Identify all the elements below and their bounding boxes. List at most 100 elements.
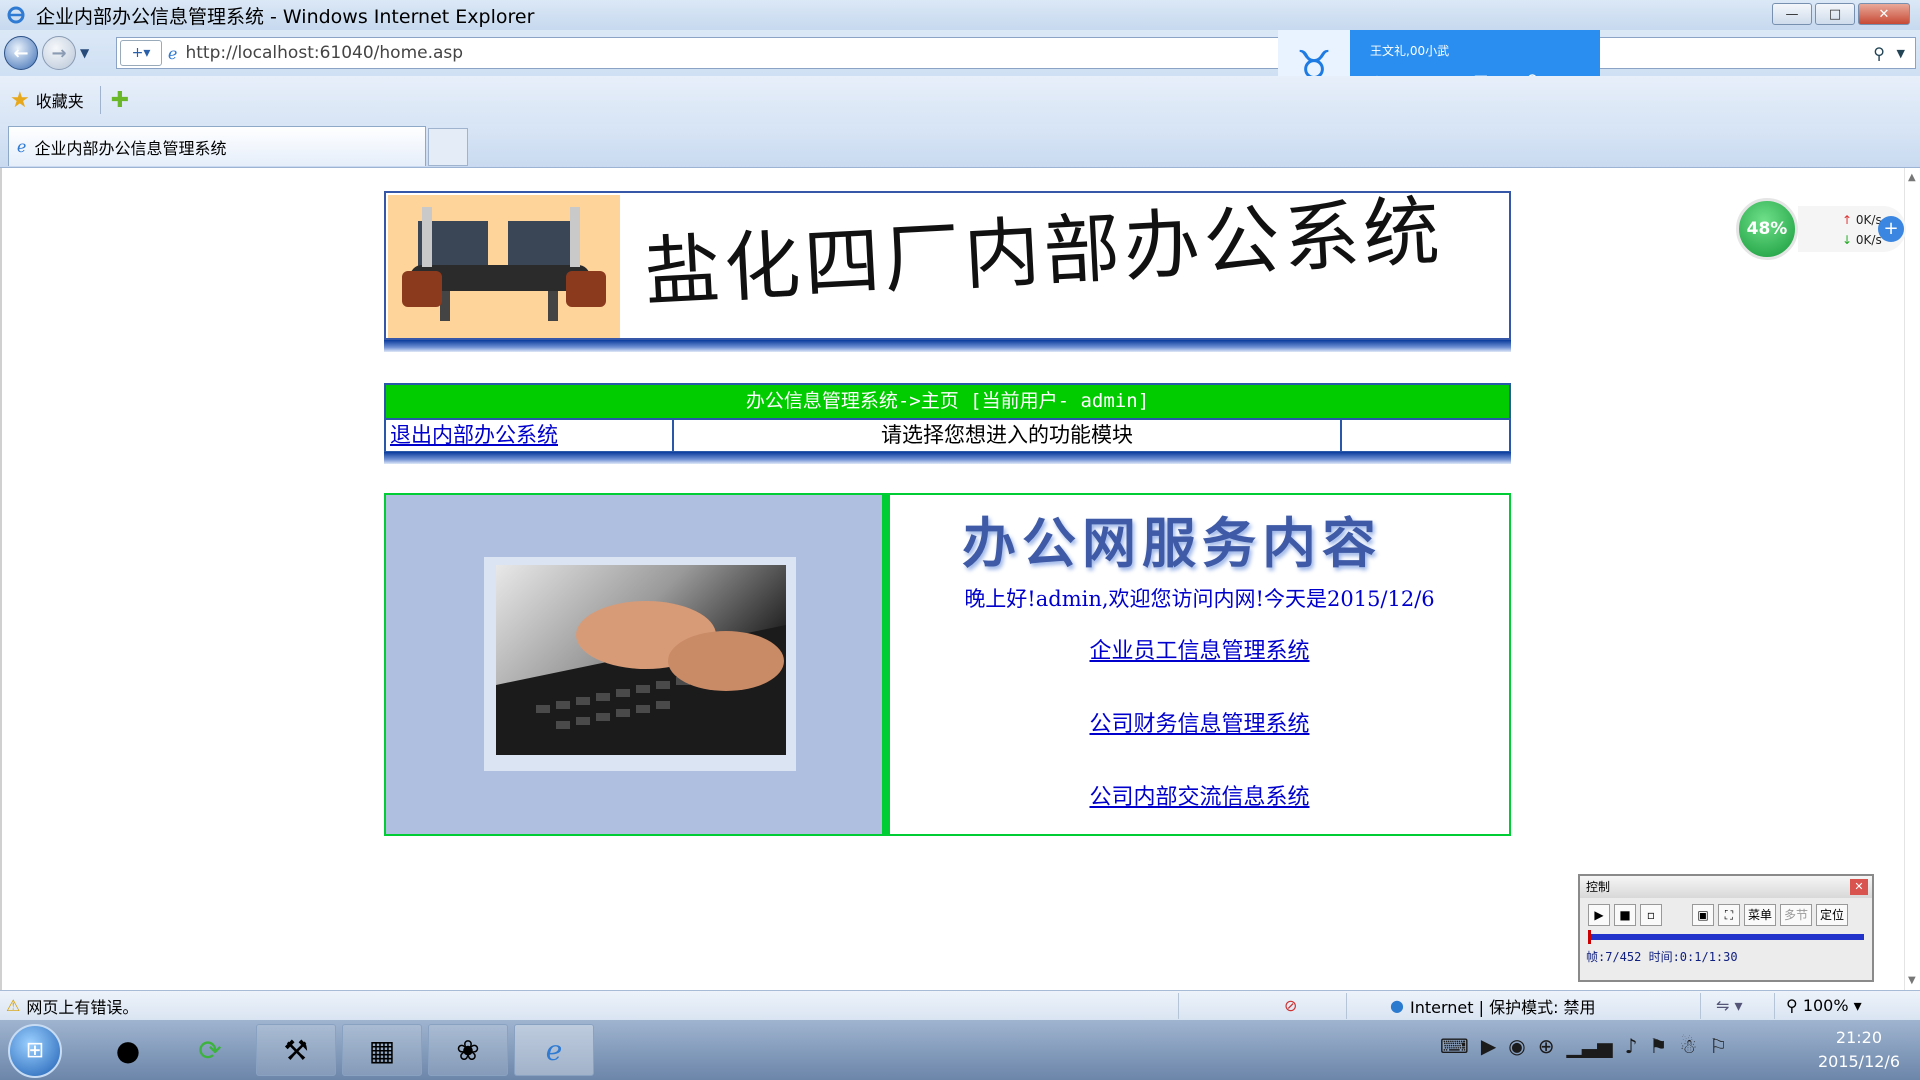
system-title: 盐化四厂内部办公系统 bbox=[642, 186, 1446, 317]
keyboard-icon[interactable]: ⌨ bbox=[1440, 1034, 1469, 1058]
address-toolbar: ← → ▼ +▾ ℯ http://localhost:61040/home.a… bbox=[0, 30, 1920, 76]
logout-link[interactable]: 退出内部办公系统 bbox=[390, 423, 558, 447]
new-tab-button[interactable] bbox=[428, 128, 468, 166]
cat-app-icon[interactable]: ❀ bbox=[428, 1024, 508, 1076]
start-button[interactable]: ⊞ bbox=[8, 1024, 62, 1078]
locate-button[interactable]: 定位 bbox=[1816, 904, 1849, 926]
warning-icon[interactable]: ⚠ bbox=[6, 996, 20, 1015]
stop-icon[interactable]: ■ bbox=[1614, 904, 1636, 926]
signal-icon[interactable]: ▁▃▅ bbox=[1566, 1034, 1612, 1058]
communication-system-link[interactable]: 公司内部交流信息系统 bbox=[890, 779, 1509, 811]
zoom-level[interactable]: ⚲ 100% ▾ bbox=[1786, 996, 1862, 1015]
record-icon[interactable]: ◉ bbox=[1508, 1034, 1525, 1058]
step-icon[interactable]: ▫ bbox=[1640, 904, 1662, 926]
favorites-bar: ★ 收藏夹 ✚ bbox=[0, 76, 1920, 124]
vertical-scrollbar[interactable]: ▲ ▼ bbox=[1904, 168, 1920, 990]
timeline-slider[interactable] bbox=[1588, 930, 1864, 944]
breadcrumb: 办公信息管理系统->主页 [当前用户- admin] bbox=[386, 385, 1509, 418]
site-banner: 盐化四厂内部办公系统 bbox=[384, 186, 1511, 340]
add-favorite-icon[interactable]: ✚ bbox=[111, 88, 129, 113]
office-desk-image bbox=[388, 195, 620, 338]
qq-tray-icon[interactable]: ☃ bbox=[1679, 1034, 1697, 1058]
plus-icon[interactable]: + bbox=[1878, 216, 1904, 242]
minimize-button[interactable]: — bbox=[1772, 3, 1812, 25]
address-field[interactable]: +▾ ℯ http://localhost:61040/home.asp ⚲ ▼ bbox=[116, 37, 1916, 69]
page-icon: ℯ bbox=[168, 43, 178, 63]
ie-taskbar-icon[interactable]: ℯ bbox=[514, 1024, 594, 1076]
tab-label: 企业内部办公信息管理系统 bbox=[34, 138, 227, 158]
status-bar: ⚠ 网页上有错误。 ⊘ ● Internet | 保护模式: 禁用 ⇋ ▾ ⚲ … bbox=[0, 990, 1920, 1020]
clock[interactable]: 21:20 2015/12/6 bbox=[1818, 1026, 1900, 1074]
taskbar: ⊞ ● ⟳ ⚒ ▦ ❀ ℯ ⌨ ▶ ◉ ⊕ ▁▃▅ ♪ ⚑ ☃ ⚐ 21:20 … bbox=[0, 1020, 1920, 1080]
player-control-panel: 控制 ✕ ▶ ■ ▫ ▣ ⛶ 菜单 多节 定位 帧:7/452 时间:0:1/1… bbox=[1578, 874, 1874, 982]
empty-cell bbox=[1342, 420, 1509, 451]
menu-button[interactable]: 菜单 bbox=[1744, 904, 1777, 926]
tab-home[interactable]: ℯ 企业内部办公信息管理系统 bbox=[8, 126, 426, 166]
banner-blue-bar bbox=[384, 340, 1511, 352]
folder-app-icon[interactable]: ▦ bbox=[342, 1024, 422, 1076]
ie-page-icon: ℯ bbox=[17, 137, 27, 156]
back-button[interactable]: ← bbox=[4, 36, 38, 70]
privacy-icon[interactable]: ⊘ bbox=[1284, 996, 1297, 1015]
maximize-button[interactable]: □ bbox=[1815, 3, 1855, 25]
fullscreen-icon[interactable]: ⛶ bbox=[1718, 904, 1740, 926]
close-icon[interactable]: ✕ bbox=[1850, 879, 1868, 895]
close-button[interactable]: ✕ bbox=[1858, 3, 1910, 25]
scroll-down-icon[interactable]: ▼ bbox=[1908, 975, 1916, 986]
main-content: 办公网服务内容 晚上好!admin,欢迎您访问内网!今天是2015/12/6 企… bbox=[384, 493, 1511, 836]
tools-app-icon[interactable]: ⚒ bbox=[256, 1024, 336, 1076]
forward-button[interactable]: → bbox=[42, 36, 76, 70]
clock-date: 2015/12/6 bbox=[1817, 1052, 1900, 1071]
greeting-text: 晚上好!admin,欢迎您访问内网!今天是2015/12/6 bbox=[964, 587, 1435, 611]
volume-icon[interactable]: ♪ bbox=[1625, 1034, 1638, 1058]
search-dropdown-icon[interactable]: ▼ bbox=[1897, 47, 1905, 60]
nav-blue-bar bbox=[384, 452, 1511, 464]
flag-icon[interactable]: ⚐ bbox=[1709, 1034, 1727, 1058]
frame-time-status: 帧:7/452 时间:0:1/1:30 bbox=[1586, 950, 1738, 964]
finance-system-link[interactable]: 公司财务信息管理系统 bbox=[890, 706, 1509, 738]
system-tray: ⌨ ▶ ◉ ⊕ ▁▃▅ ♪ ⚑ ☃ ⚐ bbox=[1440, 1034, 1727, 1058]
refresh-app-icon[interactable]: ⟳ bbox=[170, 1024, 250, 1076]
keyboard-typing-image bbox=[496, 565, 786, 755]
add-page-icon[interactable]: +▾ bbox=[120, 40, 162, 66]
color-ball-icon[interactable]: ● bbox=[88, 1024, 168, 1076]
memory-gauge[interactable]: 48% bbox=[1736, 198, 1798, 260]
window-title: 企业内部办公信息管理系统 - Windows Internet Explorer bbox=[36, 5, 535, 28]
download-arrow-icon: ↓ bbox=[1842, 233, 1853, 247]
module-prompt: 请选择您想进入的功能模块 bbox=[674, 420, 1342, 451]
play-tray-icon[interactable]: ▶ bbox=[1481, 1034, 1496, 1058]
upload-arrow-icon: ↑ bbox=[1842, 213, 1853, 227]
favorites-label: 收藏夹 bbox=[35, 92, 84, 111]
plus-tray-icon[interactable]: ⊕ bbox=[1538, 1034, 1555, 1058]
error-status-text[interactable]: 网页上有错误。 bbox=[26, 994, 138, 1018]
security-zone[interactable]: ● Internet | 保护模式: 禁用 bbox=[1390, 994, 1596, 1018]
search-icon[interactable]: ⚲ bbox=[1873, 44, 1885, 63]
globe-icon: ● bbox=[1390, 996, 1404, 1015]
window-icon[interactable]: ▣ bbox=[1692, 904, 1714, 926]
chapter-button[interactable]: 多节 bbox=[1780, 904, 1813, 926]
window-titlebar: 企业内部办公信息管理系统 - Windows Internet Explorer… bbox=[0, 0, 1920, 30]
service-title: 办公网服务内容 bbox=[962, 511, 1382, 575]
divider bbox=[99, 86, 101, 114]
service-panel: 办公网服务内容 晚上好!admin,欢迎您访问内网!今天是2015/12/6 企… bbox=[890, 495, 1509, 834]
nav-panel: 办公信息管理系统->主页 [当前用户- admin] 退出内部办公系统 请选择您… bbox=[384, 383, 1511, 453]
scroll-up-icon[interactable]: ▲ bbox=[1908, 172, 1916, 183]
star-icon: ★ bbox=[10, 87, 30, 113]
url-text[interactable]: http://localhost:61040/home.asp bbox=[185, 43, 463, 63]
employee-system-link[interactable]: 企业员工信息管理系统 bbox=[890, 633, 1509, 665]
zone-text: Internet | 保护模式: 禁用 bbox=[1409, 997, 1596, 1017]
qq-name: 王文礼,00小武 bbox=[1370, 44, 1450, 58]
ie-icon bbox=[6, 5, 26, 25]
tab-bar: ℯ 企业内部办公信息管理系统 bbox=[0, 124, 1920, 168]
control-panel-title: 控制 bbox=[1586, 880, 1611, 894]
compat-icon[interactable]: ⇋ ▾ bbox=[1716, 996, 1743, 1015]
timeline-knob[interactable] bbox=[1588, 930, 1591, 944]
favorites-button[interactable]: ★ 收藏夹 bbox=[10, 88, 84, 113]
clock-time: 21:20 bbox=[1835, 1028, 1883, 1047]
image-panel bbox=[386, 495, 890, 834]
usb-icon[interactable]: ⚑ bbox=[1649, 1034, 1667, 1058]
photo-frame bbox=[484, 557, 796, 771]
play-icon[interactable]: ▶ bbox=[1588, 904, 1610, 926]
network-monitor[interactable]: ↑ 0K/s ↓ 0K/s 48% + bbox=[1736, 198, 1912, 260]
history-dropdown-icon[interactable]: ▼ bbox=[80, 46, 89, 60]
